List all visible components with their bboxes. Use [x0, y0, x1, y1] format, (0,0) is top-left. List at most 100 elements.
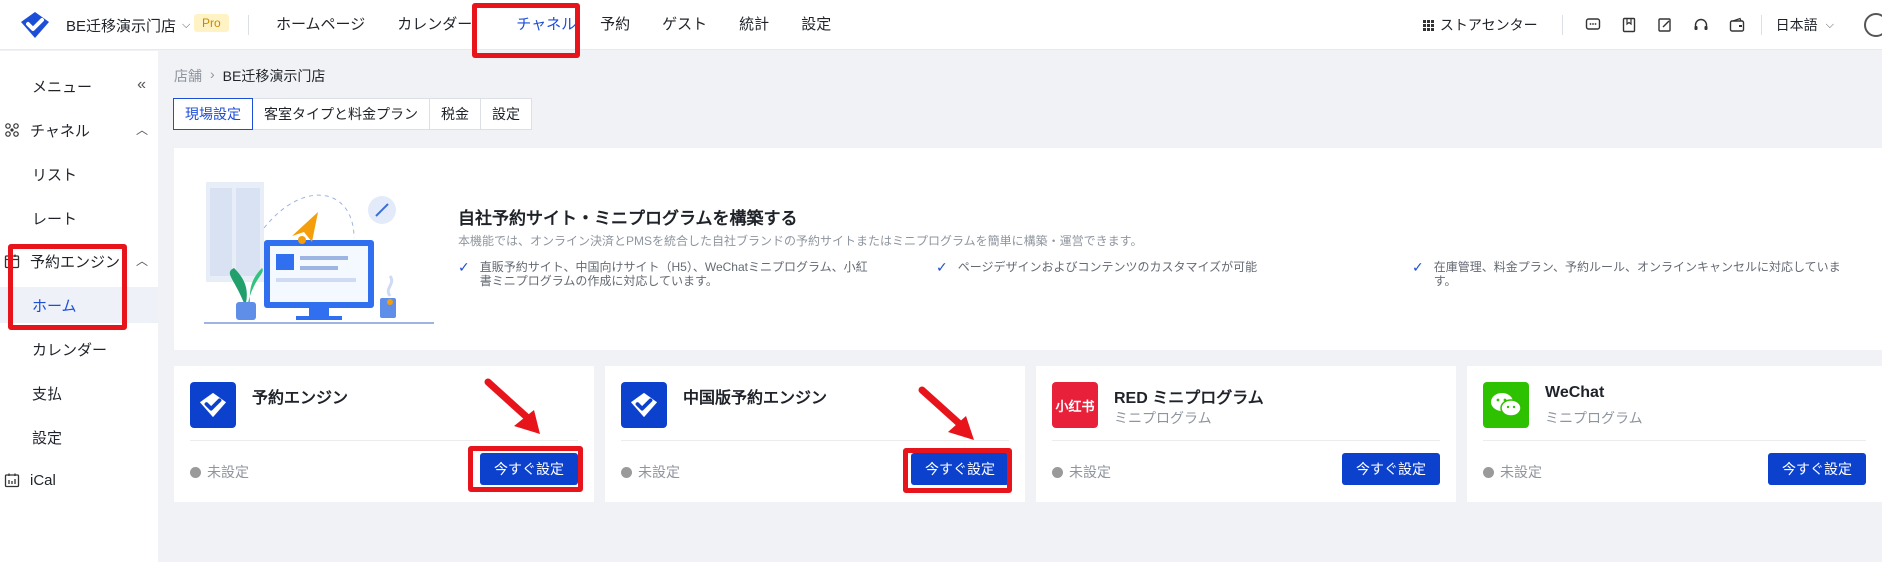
status-indicator: 未設定 [1052, 462, 1111, 482]
avatar[interactable] [1864, 13, 1882, 37]
menu-label: メニュー [32, 78, 93, 96]
book-icon[interactable] [1620, 16, 1638, 34]
nav-home[interactable]: ホームページ [260, 0, 381, 50]
divider [248, 15, 249, 35]
check-icon: ✓ [458, 259, 470, 275]
sidebar-item-label: 予約エンジン [30, 253, 121, 271]
breadcrumb: 店舗 › BE迁移演示门店 [174, 66, 325, 86]
tab-room-types-rates[interactable]: 客室タイプと料金プラン [252, 98, 430, 130]
red-miniprogram-card: 小红书 RED ミニプログラム ミニプログラム 未設定 今すぐ設定 [1036, 366, 1456, 502]
sidebar-menu-header: メニュー « [0, 68, 158, 104]
breadcrumb-root[interactable]: 店舗 [174, 66, 202, 86]
status-dot-icon [1052, 466, 1063, 478]
divider [1760, 15, 1762, 35]
chevron-down-icon: ⌵ [182, 19, 191, 31]
website-builder-illustration [204, 182, 434, 324]
tab-settings[interactable]: 設定 [480, 98, 532, 130]
brand-logo-icon [190, 382, 236, 428]
main-nav: ホームページ カレンダー チャネル 予約 ゲスト 統計 設定 [260, 0, 847, 50]
wallet-icon[interactable] [1728, 16, 1746, 34]
collapse-sidebar-icon[interactable]: « [137, 76, 146, 94]
feature-item: ✓ 在庫管理、料金プラン、予約ルール、オンラインキャンセルに対応しています。 [1412, 260, 1862, 288]
sidebar-item-label: iCal [30, 471, 56, 489]
check-icon: ✓ [936, 259, 948, 275]
wechat-card: WeChat ミニプログラム 未設定 今すぐ設定 [1467, 366, 1882, 502]
top-bar: BE迁移演示门店 ⌵ Pro ホームページ カレンダー チャネル 予約 ゲスト … [0, 0, 1882, 50]
store-center-link[interactable]: ストアセンター [1422, 15, 1538, 35]
feature-text: 直販予約サイト、中国向けサイト（H5）、WeChatミニプログラム、小紅書ミニプ… [479, 260, 868, 288]
nav-settings[interactable]: 設定 [785, 0, 847, 50]
divider [1561, 15, 1563, 35]
sidebar-item-list[interactable]: リスト [0, 156, 158, 192]
status-text: 未設定 [1069, 464, 1111, 480]
feature-item: ✓ 直販予約サイト、中国向けサイト（H5）、WeChatミニプログラム、小紅書ミ… [458, 260, 878, 288]
brand-logo-icon [621, 382, 667, 428]
message-icon[interactable] [1584, 16, 1602, 34]
sidebar-item-settings[interactable]: 設定 [0, 419, 158, 455]
arrow-pointer-icon [918, 386, 974, 440]
intro-title: 自社予約サイト・ミニプログラムを構築する [458, 209, 798, 228]
status-dot-icon [1483, 466, 1494, 478]
card-title: RED ミニプログラム [1114, 390, 1264, 407]
sidebar: メニュー « チャネル ︿ リスト レート 予約エンジン ︿ ホーム カレンダー… [0, 51, 158, 562]
chevron-up-icon: ︿ [135, 123, 148, 137]
sidebar-item-label: 設定 [32, 429, 63, 447]
sidebar-item-calendar[interactable]: カレンダー [0, 331, 158, 367]
status-text: 未設定 [638, 464, 680, 480]
feature-text: ページデザインおよびコンテンツのカスタマイズが可能 [957, 260, 1258, 274]
sidebar-item-rate[interactable]: レート [0, 200, 158, 236]
feature-text: 在庫管理、料金プラン、予約ルール、オンラインキャンセルに対応しています。 [1433, 260, 1841, 288]
app-grid-icon [1422, 19, 1434, 31]
setup-now-button[interactable]: 今すぐ設定 [480, 453, 578, 485]
nav-guest[interactable]: ゲスト [646, 0, 723, 50]
check-icon: ✓ [1412, 259, 1424, 275]
divider [1483, 440, 1866, 441]
tab-tax[interactable]: 税金 [429, 98, 481, 130]
ical-calendar-icon [4, 473, 20, 488]
nav-calendar[interactable]: カレンダー [381, 0, 488, 50]
store-center-label: ストアセンター [1439, 17, 1538, 33]
setup-now-button[interactable]: 今すぐ設定 [1768, 453, 1866, 485]
sidebar-item-home[interactable]: ホーム [0, 287, 158, 323]
intro-panel: 自社予約サイト・ミニプログラムを構築する 本機能では、オンライン決済とPMSを統… [174, 148, 1882, 350]
headset-icon[interactable] [1692, 16, 1710, 34]
chevron-up-icon: ︿ [135, 254, 148, 268]
sidebar-item-ical[interactable]: iCal [0, 462, 158, 498]
chevron-down-icon: ⌵ [1825, 18, 1834, 31]
hotel-switcher[interactable]: BE迁移演示门店 ⌵ [66, 15, 190, 36]
hotel-name: BE迁移演示门店 [66, 18, 177, 35]
calendar-icon [4, 254, 20, 269]
setup-now-button[interactable]: 今すぐ設定 [1342, 453, 1440, 485]
status-indicator: 未設定 [1483, 462, 1542, 482]
nav-statistics[interactable]: 統計 [723, 0, 785, 50]
language-selector[interactable]: 日本語 ⌵ [1776, 15, 1834, 35]
divider [1052, 440, 1440, 441]
nav-reservation[interactable]: 予約 [596, 0, 646, 50]
sidebar-item-label: チャネル [30, 122, 90, 140]
xiaohongshu-logo-icon: 小红书 [1052, 382, 1098, 428]
sidebar-item-channel[interactable]: チャネル ︿ [0, 112, 158, 148]
sidebar-item-booking-engine[interactable]: 予約エンジン ︿ [0, 243, 158, 279]
card-title: 予約エンジン [252, 390, 349, 407]
sidebar-item-label: ホーム [32, 297, 77, 315]
sidebar-item-label: レート [32, 210, 78, 228]
nav-channel[interactable]: チャネル [488, 0, 596, 50]
brand-logo-icon[interactable] [18, 10, 52, 40]
sub-tabs: 現場設定 客室タイプと料金プラン 税金 設定 [173, 98, 532, 130]
tab-site-settings[interactable]: 現場設定 [173, 98, 253, 130]
divider [190, 440, 578, 441]
edit-note-icon[interactable] [1656, 16, 1674, 34]
card-subtitle: ミニプログラム [1114, 410, 1212, 426]
arrow-pointer-icon [484, 378, 540, 434]
status-text: 未設定 [207, 464, 249, 480]
breadcrumb-current: BE迁移演示门店 [222, 68, 326, 84]
sidebar-item-label: リスト [32, 166, 78, 184]
card-title: WeChat [1545, 384, 1605, 401]
sidebar-item-label: カレンダー [32, 341, 108, 359]
card-subtitle: ミニプログラム [1545, 410, 1643, 426]
status-indicator: 未設定 [621, 462, 680, 482]
sidebar-item-payment[interactable]: 支払 [0, 375, 158, 411]
plan-badge: Pro [194, 14, 229, 32]
setup-now-button[interactable]: 今すぐ設定 [911, 453, 1009, 485]
status-text: 未設定 [1500, 464, 1542, 480]
